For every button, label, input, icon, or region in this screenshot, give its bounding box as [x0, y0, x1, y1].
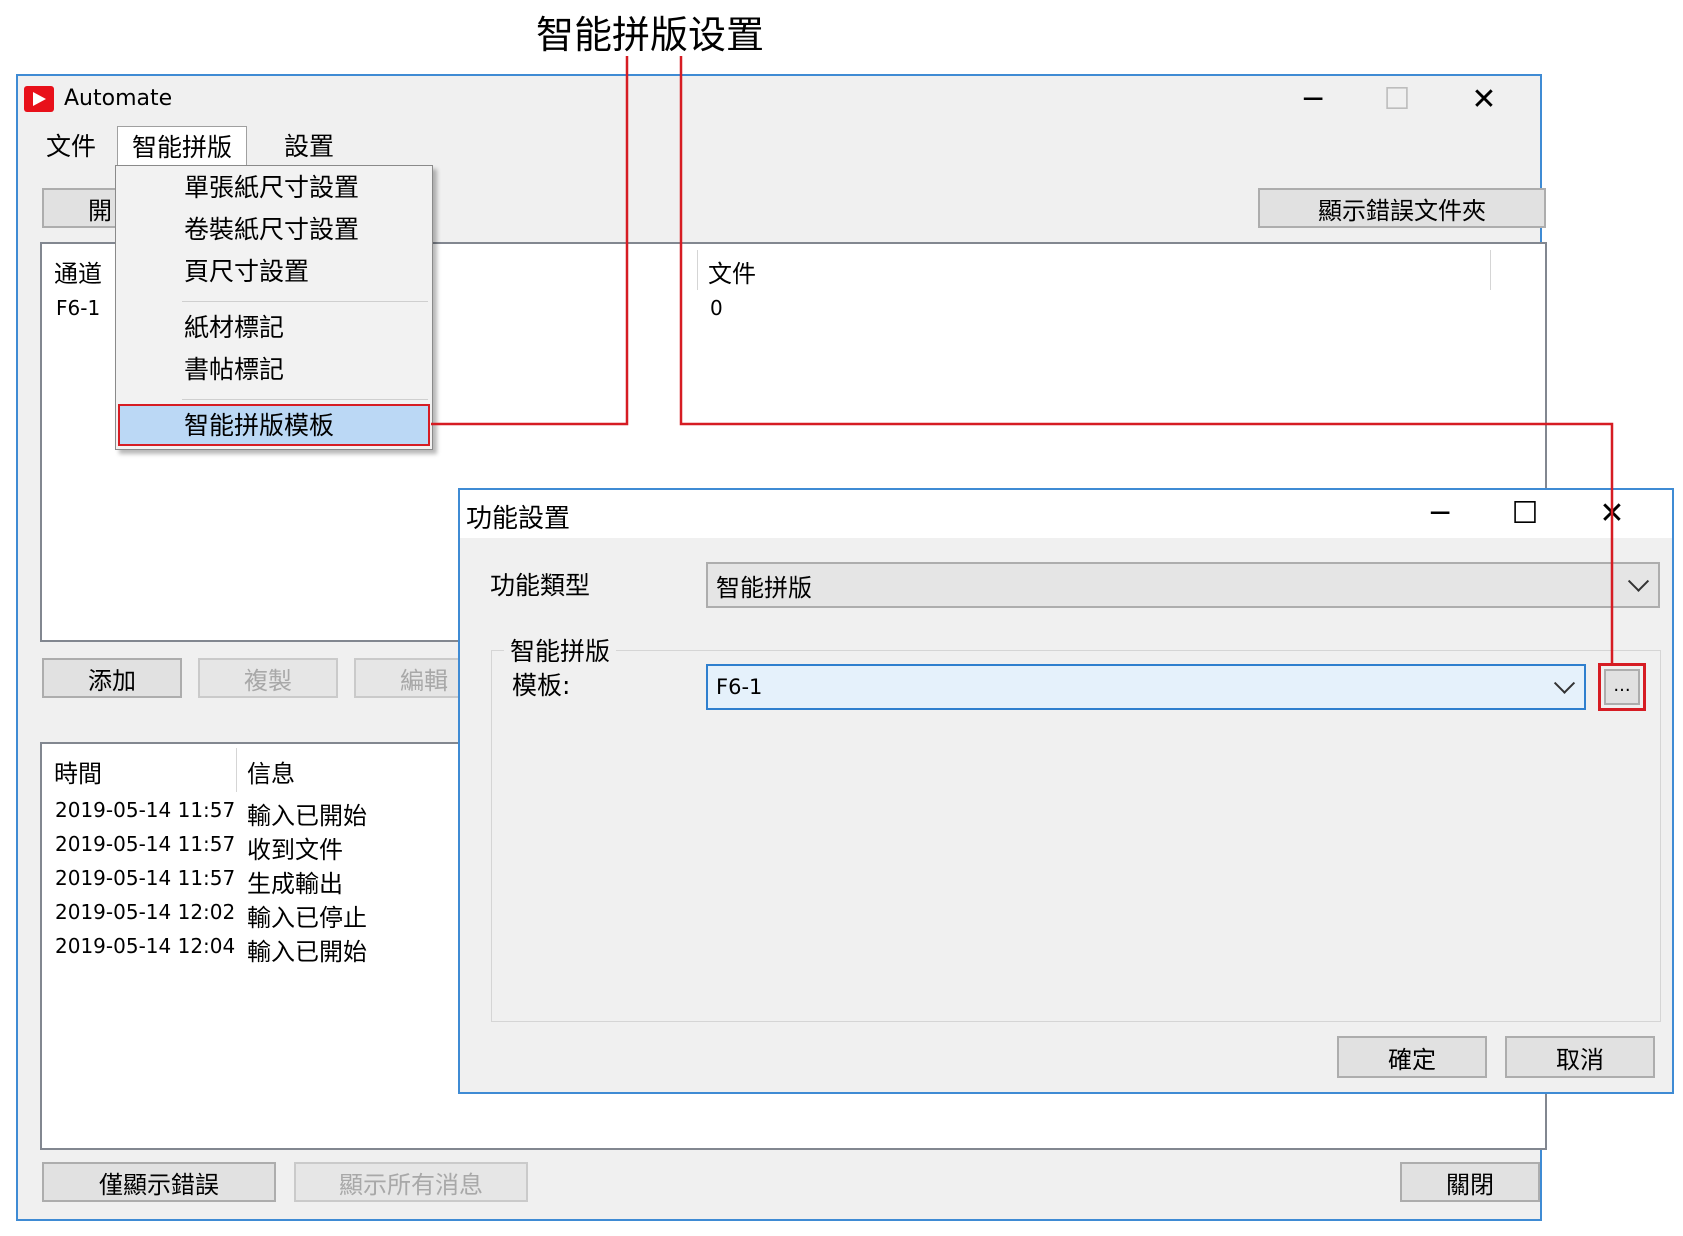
- menu-item-roll-size[interactable]: 卷裝紙尺寸設置: [116, 210, 432, 250]
- group-title: 智能拼版: [504, 632, 617, 668]
- log-time: 2019-05-14 12:02: [55, 900, 236, 924]
- column-divider: [697, 250, 698, 290]
- close-icon[interactable]: ✕: [1459, 80, 1509, 120]
- close-main-button[interactable]: 關閉: [1400, 1162, 1540, 1202]
- close-main-label: 關閉: [1446, 1170, 1494, 1199]
- column-header-time[interactable]: 時間: [54, 754, 102, 789]
- menu-item-imposition-template[interactable]: 智能拼版模板: [118, 404, 430, 446]
- menu-item-page-size[interactable]: 頁尺寸設置: [116, 252, 432, 292]
- dialog-title: 功能設置: [466, 504, 571, 534]
- menu-item-sheet-size[interactable]: 單張紙尺寸設置: [116, 168, 432, 208]
- copy-button-label: 複製: [244, 666, 292, 695]
- copy-button[interactable]: 複製: [198, 658, 338, 698]
- annotation-caption: 智能拼版设置: [536, 13, 765, 57]
- log-time: 2019-05-14 11:57: [55, 832, 236, 856]
- template-select[interactable]: F6-1: [706, 664, 1586, 710]
- cancel-button-label: 取消: [1556, 1045, 1604, 1074]
- column-header-files[interactable]: 文件: [708, 254, 756, 289]
- show-all-messages-button[interactable]: 顯示所有消息: [294, 1162, 528, 1202]
- function-type-select[interactable]: 智能拼版: [706, 562, 1660, 608]
- column-divider: [236, 748, 237, 792]
- function-type-label: 功能類型: [490, 571, 591, 600]
- show-error-folder-button[interactable]: 顯示錯誤文件夾: [1258, 188, 1546, 228]
- log-info: 生成輸出: [247, 870, 343, 898]
- column-header-channel[interactable]: 通道: [54, 254, 102, 289]
- maximize-icon[interactable]: ☐: [1500, 494, 1550, 534]
- template-value: F6-1: [716, 675, 763, 699]
- ok-button-label: 確定: [1388, 1045, 1436, 1074]
- log-time: 2019-05-14 11:57: [55, 866, 236, 890]
- only-errors-button[interactable]: 僅顯示錯誤: [42, 1162, 276, 1202]
- ok-button[interactable]: 確定: [1337, 1036, 1487, 1078]
- files-count-cell[interactable]: 0: [710, 296, 723, 320]
- menu-settings[interactable]: 設置: [270, 126, 348, 168]
- minimize-icon[interactable]: ─: [1288, 80, 1338, 120]
- maximize-icon[interactable]: ☐: [1372, 80, 1422, 120]
- menu-file[interactable]: 文件: [32, 126, 110, 168]
- channel-cell[interactable]: F6-1: [56, 296, 100, 320]
- menu-separator: [182, 399, 428, 400]
- log-info: 輸入已停止: [247, 904, 367, 932]
- open-button-label: 開: [88, 196, 112, 225]
- minimize-icon[interactable]: ─: [1415, 494, 1465, 534]
- show-all-messages-label: 顯示所有消息: [339, 1170, 483, 1199]
- close-icon[interactable]: ✕: [1587, 494, 1637, 534]
- cancel-button[interactable]: 取消: [1505, 1036, 1655, 1078]
- menu-item-signature-marks[interactable]: 書帖標記: [116, 350, 432, 390]
- log-time: 2019-05-14 11:57: [55, 798, 236, 822]
- add-button-label: 添加: [88, 666, 136, 695]
- add-button[interactable]: 添加: [42, 658, 182, 698]
- browse-template-button[interactable]: ...: [1604, 669, 1640, 705]
- column-divider-end: [1490, 250, 1491, 290]
- function-settings-dialog: 功能設置 ─ ☐ ✕ 功能類型 智能拼版 智能拼版 模板: F6-1 ... 確…: [458, 488, 1674, 1094]
- menu-separator: [182, 301, 428, 302]
- automate-logo-icon: [24, 86, 54, 112]
- menu-item-stock-marks[interactable]: 紙材標記: [116, 308, 432, 348]
- log-info: 收到文件: [247, 836, 343, 864]
- edit-button-label: 編輯: [400, 666, 448, 695]
- menu-smart-imposition[interactable]: 智能拼版: [117, 126, 248, 168]
- dialog-titlebar: [460, 490, 1672, 538]
- log-time: 2019-05-14 12:04: [55, 934, 236, 958]
- log-info: 輸入已開始: [247, 938, 367, 966]
- function-type-value: 智能拼版: [716, 573, 812, 602]
- chevron-down-icon: [1627, 570, 1650, 592]
- template-label: 模板:: [512, 671, 571, 700]
- log-info: 輸入已開始: [247, 802, 367, 830]
- chevron-down-icon: [1553, 672, 1576, 694]
- only-errors-label: 僅顯示錯誤: [99, 1170, 219, 1199]
- show-error-folder-label: 顯示錯誤文件夾: [1318, 196, 1486, 225]
- smart-imposition-menu: 單張紙尺寸設置 卷裝紙尺寸設置 頁尺寸設置 紙材標記 書帖標記 智能拼版模板: [115, 165, 433, 450]
- window-title: Automate: [64, 86, 173, 111]
- column-header-info[interactable]: 信息: [247, 754, 295, 789]
